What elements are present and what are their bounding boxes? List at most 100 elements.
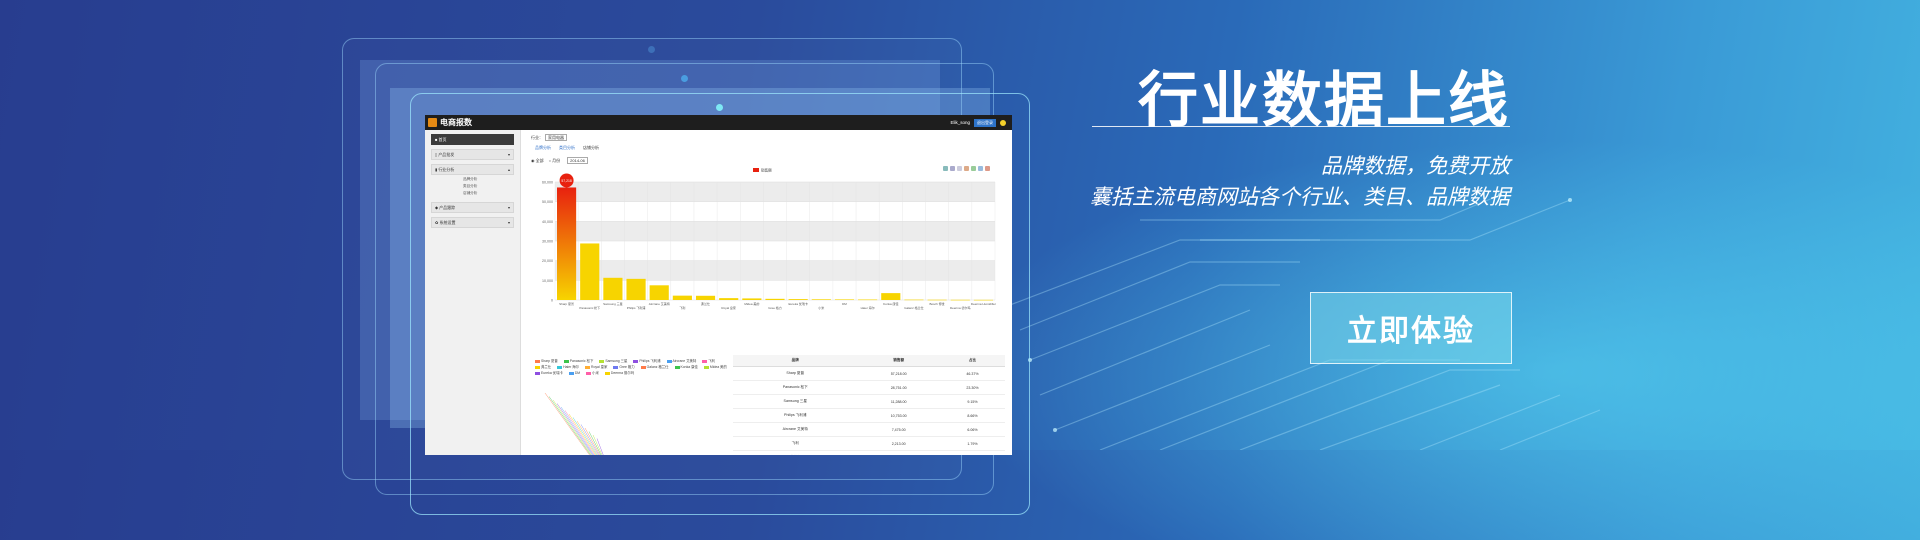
legend-item[interactable]: Eureka 优瑞卡	[535, 371, 566, 375]
pie-legend: Sharp 夏普 Panasonic 松下 Samsung 三星 Philips 飞利…	[535, 358, 735, 376]
table-row: Philips 飞利浦 10,753.00 8.66%	[733, 408, 1005, 423]
sidebar-item-wholesale[interactable]: ▯ 产品批发 ▾	[431, 149, 514, 160]
x-tick-label: Gree 格力	[768, 305, 782, 310]
bar	[626, 278, 646, 300]
subtitle-line-2: 囊括主流电商网站各个行业、类目、品牌数据	[1090, 185, 1510, 209]
legend-item[interactable]: Panasonic 松下	[563, 359, 597, 363]
table-cell: Aircrane 艾美特	[733, 422, 858, 437]
table-cell: 2,213.00	[857, 436, 940, 451]
legend-item[interactable]: Aircrane 艾美特	[666, 359, 700, 363]
sidebar-subitem-brand[interactable]: 品牌分析	[463, 177, 520, 182]
legend-swatch	[703, 365, 709, 369]
legend-label: 弗兰仕	[541, 365, 552, 369]
legend-swatch	[599, 359, 605, 363]
legend-item[interactable]: Samsung 三星	[599, 359, 630, 363]
table-cell: Philips 飞利浦	[733, 408, 858, 423]
x-tick-label: DM	[842, 302, 847, 306]
legend-swatch	[666, 359, 672, 363]
x-tick-label: Bosch 博世	[930, 301, 945, 306]
sidebar-item-tracking[interactable]: ◆ 产品跟踪 ▾	[431, 202, 514, 213]
legend-swatch	[535, 365, 540, 369]
legend-swatch	[586, 371, 592, 375]
x-tick-label: Philips 飞利浦	[627, 305, 646, 310]
legend-swatch	[633, 359, 639, 363]
subtitle-line-1: 品牌数据，免费开放	[1321, 154, 1510, 178]
x-tick-label: Samsung 三星	[603, 301, 623, 306]
app-topbar: 电商报数 Elik_song 退出登录	[425, 115, 1012, 130]
legend-item[interactable]: Galanz 格兰仕	[640, 365, 672, 369]
peak-label: 57,218	[561, 179, 571, 183]
bar	[649, 285, 669, 300]
legend-item[interactable]: Philips 飞利浦	[633, 359, 663, 363]
legend-item[interactable]: Royal 皇家	[585, 365, 610, 369]
chart-tool-icon	[957, 166, 962, 171]
y-tick-label: 10,000	[542, 279, 553, 283]
bar	[973, 299, 993, 301]
chart-tool-icon	[950, 166, 955, 171]
legend-item[interactable]: Sharp 夏普	[535, 359, 561, 363]
industry-select[interactable]: 家用电器	[545, 134, 567, 141]
bar	[950, 299, 970, 301]
table-row: Panasonic 松下 28,751.00 23.30%	[733, 380, 1005, 395]
grid-band	[555, 260, 995, 281]
title-divider	[1092, 126, 1510, 127]
chevron-down-icon: ▾	[507, 220, 510, 225]
bar	[557, 187, 577, 300]
table-header: 品牌	[733, 355, 858, 367]
chart-tool-icon	[943, 166, 948, 171]
x-tick-label: 弗兰仕	[701, 301, 710, 306]
table-cell: 弗兰仕	[733, 450, 858, 455]
x-tick-label: Konka 康佳	[883, 301, 898, 306]
try-now-button[interactable]: 立即体验	[1310, 292, 1512, 364]
x-tick-label: Midea 美的	[744, 301, 759, 306]
sidebar-item-industry[interactable]: ▮ 行业分析 ▴	[431, 164, 514, 175]
legend-label: Konka 康佳	[680, 365, 698, 369]
chevron-down-icon: ▾	[507, 152, 510, 157]
table-row: 飞利 2,213.00 1.79%	[733, 436, 1005, 451]
sidebar-item-settings[interactable]: ✿ 系统设置 ▾	[431, 217, 514, 228]
sidebar-item-home[interactable]: ■ 首页	[431, 134, 514, 145]
sidebar-subitem-category[interactable]: 类目分析	[463, 184, 520, 189]
legend-swatch	[585, 365, 590, 369]
chart-tool-icon	[978, 166, 983, 171]
notification-icon[interactable]	[1000, 119, 1006, 126]
tab-shop[interactable]: 店铺分析	[583, 145, 599, 151]
legend-item[interactable]: Konka 康佳	[674, 365, 701, 369]
x-tick-label: Sharp 夏普	[559, 301, 574, 306]
legend-item[interactable]: 弗兰仕	[535, 365, 554, 369]
table-cell: 11,288.00	[857, 394, 940, 409]
x-tick-label: 飞利	[679, 305, 685, 310]
legend-label: Deerma 德尔玛	[610, 371, 635, 375]
legend-item[interactable]: 小米	[586, 371, 602, 375]
legend-item[interactable]: DM	[568, 371, 583, 375]
legend-item[interactable]: 飞利	[702, 359, 718, 363]
legend-label: Galanz 格兰仕	[646, 365, 669, 369]
legend-item[interactable]: Deerma 德尔玛	[604, 371, 637, 375]
table-cell: 7,475.00	[857, 422, 940, 437]
x-tick-label: Deerma 德尔玛	[950, 305, 971, 310]
bar	[904, 299, 924, 301]
y-tick-label: 40,000	[542, 220, 553, 224]
user-name[interactable]: Elik_song	[950, 120, 970, 125]
legend-label: 小米	[592, 371, 599, 375]
tab-category[interactable]: 类目分析	[559, 145, 575, 151]
legend-item[interactable]: Gree 格力	[613, 365, 637, 369]
sidebar-subitem-shop[interactable]: 店铺分析	[463, 191, 520, 196]
legend-item[interactable]: Haier 海尔	[557, 365, 582, 369]
camera-dot	[648, 46, 655, 53]
bar	[672, 295, 692, 300]
y-tick-label: 30,000	[542, 240, 553, 244]
logout-button[interactable]: 退出登录	[974, 118, 996, 127]
x-tick-label: Royal 皇家	[721, 305, 736, 310]
table-cell: 6.06%	[939, 422, 1005, 437]
table-header: 销售额	[857, 355, 940, 367]
table-cell: 57,218.00	[857, 366, 940, 381]
bar	[603, 277, 623, 300]
tab-brand[interactable]: 品牌分析	[535, 145, 551, 151]
grid-band	[555, 221, 995, 241]
x-tick-label: Galanz 格兰仕	[904, 305, 923, 310]
brand-table: 品牌 销售额 占比 Sharp 夏普 57,218.00 46.37% Panason…	[733, 355, 1005, 455]
table-cell: Panasonic 松下	[733, 380, 858, 395]
legend-item[interactable]: Midea 美的	[703, 365, 730, 369]
table-cell: 1.74%	[939, 450, 1005, 455]
